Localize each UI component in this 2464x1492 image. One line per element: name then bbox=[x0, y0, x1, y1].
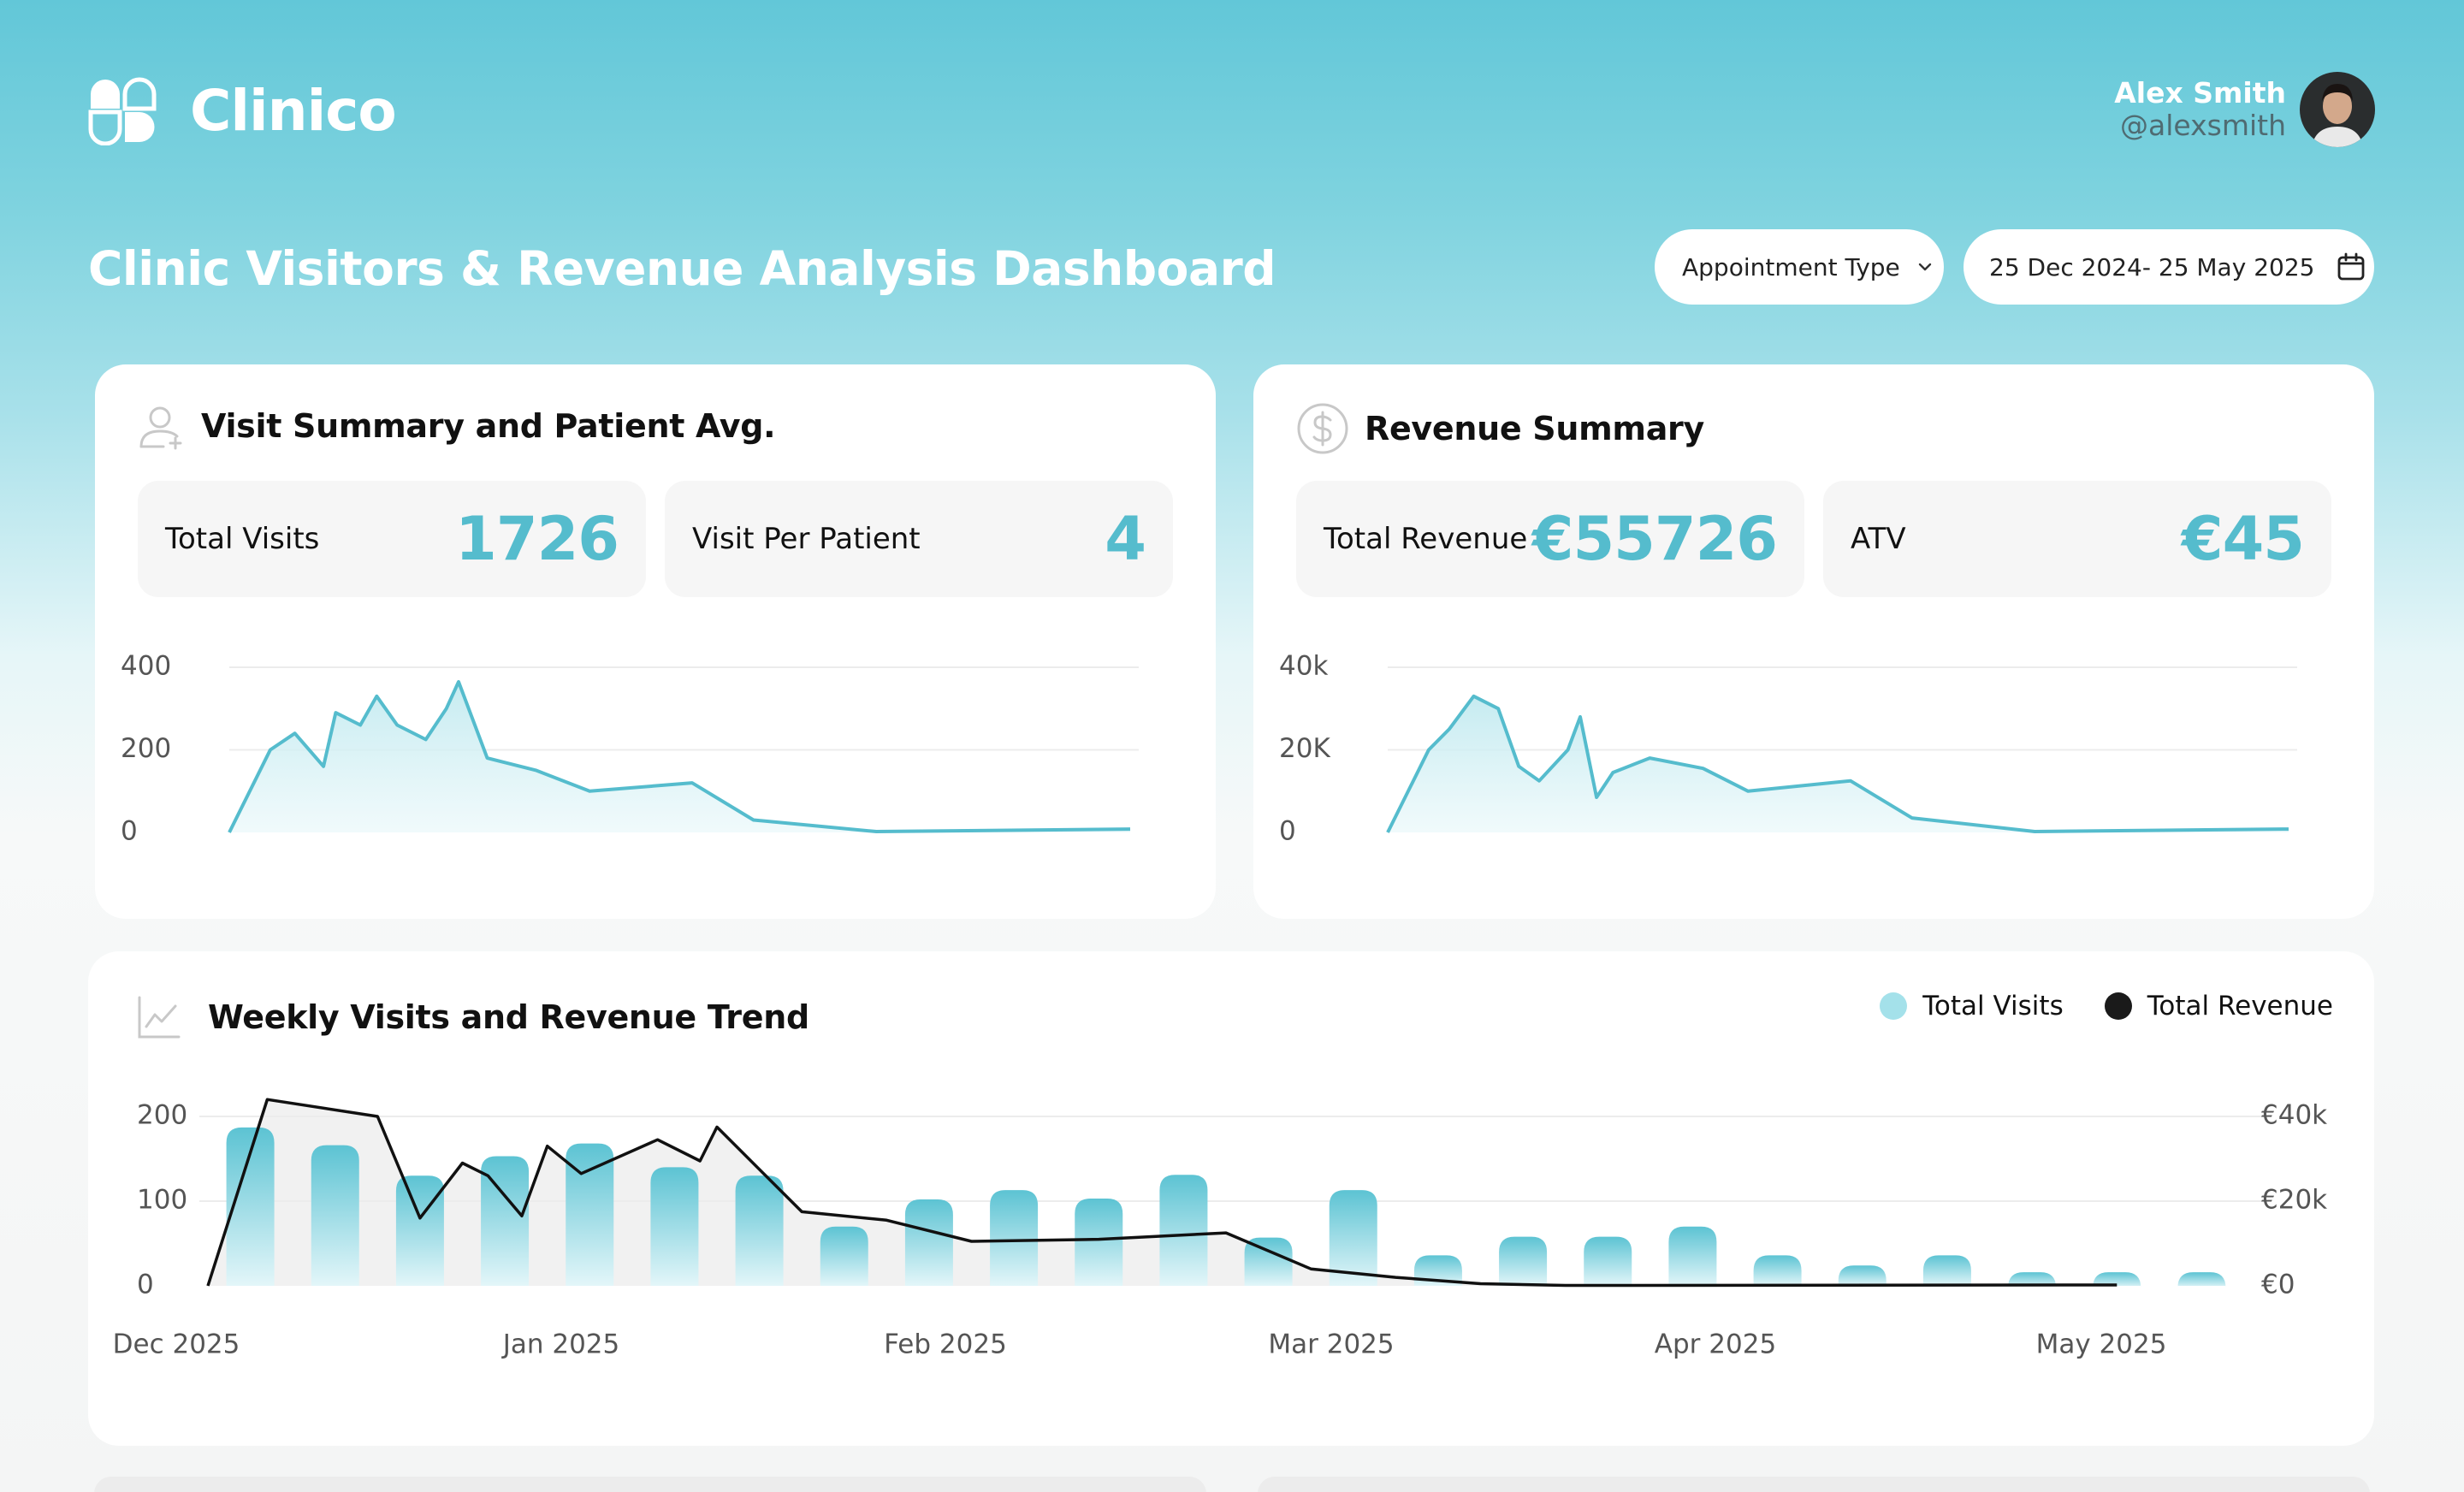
visits-bar bbox=[2177, 1272, 2226, 1288]
y-tick-label: 20K bbox=[1279, 733, 1330, 764]
kpi-atv: ATV €45 bbox=[1823, 481, 2331, 597]
legend-label: Total Visits bbox=[1922, 991, 2064, 1021]
y-tick-label-right: €0 bbox=[2261, 1270, 2295, 1300]
y-tick-label-right: €40k bbox=[2261, 1100, 2327, 1131]
y-tick-label-right: €20k bbox=[2261, 1185, 2327, 1216]
series-area bbox=[1388, 696, 2289, 832]
series-area bbox=[229, 681, 1130, 832]
visits-bar bbox=[1668, 1226, 1717, 1286]
avatar[interactable] bbox=[2300, 72, 2375, 147]
legend-item-total-visits[interactable]: Total Visits bbox=[1880, 991, 2064, 1021]
next-card-edge bbox=[94, 1477, 1206, 1492]
visits-bar bbox=[566, 1143, 614, 1286]
visits-bar bbox=[990, 1190, 1039, 1286]
chart-legend: Total Visits Total Revenue bbox=[1880, 991, 2333, 1021]
y-tick-label: 40k bbox=[1279, 651, 1328, 682]
visit-summary-title: Visit Summary and Patient Avg. bbox=[201, 407, 776, 445]
kpi-value: €55726 bbox=[1531, 504, 1778, 574]
kpi-label: ATV bbox=[1851, 522, 1906, 556]
y-tick-label-left: 200 bbox=[137, 1100, 187, 1131]
kpi-total-revenue: Total Revenue €55726 bbox=[1296, 481, 1804, 597]
weekly-trend-card: Weekly Visits and Revenue Trend Total Vi… bbox=[88, 951, 2374, 1446]
next-card-edge bbox=[1258, 1477, 2370, 1492]
user-profile[interactable]: Alex Smith @alexsmith bbox=[2114, 72, 2375, 147]
visits-area-chart: 0 200 400 bbox=[121, 651, 1139, 847]
avatar-photo-icon bbox=[2300, 72, 2375, 147]
revenue-summary-card: Revenue Summary Total Revenue €55726 ATV… bbox=[1253, 364, 2374, 919]
user-name: Alex Smith bbox=[2114, 76, 2286, 110]
y-tick-label: 400 bbox=[121, 651, 171, 682]
visits-bar bbox=[735, 1175, 784, 1286]
calendar-icon bbox=[2338, 252, 2365, 281]
appointment-type-dropdown[interactable]: Appointment Type bbox=[1655, 229, 1944, 305]
page-title: Clinic Visitors & Revenue Analysis Dashb… bbox=[88, 241, 1276, 296]
visits-bar bbox=[820, 1226, 868, 1286]
x-tick-label: Dec 2025 bbox=[113, 1329, 240, 1360]
x-tick-label: Feb 2025 bbox=[884, 1329, 1007, 1360]
kpi-value: €45 bbox=[2181, 504, 2305, 574]
y-tick-label: 200 bbox=[121, 733, 171, 764]
date-range-text: 25 Dec 2024- 25 May 2025 bbox=[1989, 252, 2315, 281]
weekly-trend-title: Weekly Visits and Revenue Trend bbox=[208, 998, 809, 1036]
x-tick-label: May 2025 bbox=[2036, 1329, 2167, 1360]
weekly-trend-chart: 0 100 200 €0 €20k €40k Dec 2025 Jan 2025 Feb 202… bbox=[113, 1098, 2327, 1360]
visits-bar bbox=[1075, 1199, 1123, 1286]
kpi-total-visits: Total Visits 1726 bbox=[138, 481, 646, 597]
y-tick-label: 0 bbox=[1279, 816, 1296, 847]
dashboard-app: Clinico Alex Smith @alexsmith Clinic Vis… bbox=[0, 0, 2464, 1492]
kpi-label: Visit Per Patient bbox=[692, 522, 921, 556]
legend-swatch-revenue bbox=[2104, 992, 2132, 1020]
visits-bar bbox=[650, 1167, 699, 1286]
y-tick-label: 0 bbox=[121, 816, 138, 847]
visits-bar bbox=[1159, 1175, 1208, 1286]
visits-bar bbox=[1922, 1255, 1971, 1286]
user-handle: @alexsmith bbox=[2119, 109, 2286, 142]
patient-add-icon bbox=[139, 406, 182, 450]
y-tick-label-left: 0 bbox=[137, 1270, 154, 1300]
revenue-area-chart: 0 20K 40k bbox=[1279, 651, 2297, 847]
brand-logo[interactable]: Clinico bbox=[87, 75, 397, 145]
y-tick-label-left: 100 bbox=[137, 1185, 187, 1216]
visits-bar bbox=[395, 1175, 444, 1286]
x-tick-label: Apr 2025 bbox=[1655, 1329, 1776, 1360]
visit-summary-card: Visit Summary and Patient Avg. Total Vis… bbox=[95, 364, 1216, 919]
dollar-coin-icon bbox=[1297, 403, 1348, 454]
appointment-type-label: Appointment Type bbox=[1682, 252, 1900, 281]
x-tick-label: Mar 2025 bbox=[1268, 1329, 1394, 1360]
visits-bar bbox=[1499, 1236, 1548, 1286]
clinico-logo-icon bbox=[88, 77, 157, 145]
legend-item-total-revenue[interactable]: Total Revenue bbox=[2104, 991, 2333, 1021]
revenue-summary-title: Revenue Summary bbox=[1365, 410, 1704, 447]
visits-bar bbox=[1753, 1255, 1802, 1286]
visits-bar bbox=[311, 1145, 359, 1286]
kpi-label: Total Visits bbox=[165, 522, 320, 556]
line-chart-icon bbox=[138, 996, 181, 1039]
kpi-label: Total Revenue bbox=[1324, 522, 1528, 556]
brand-name: Clinico bbox=[190, 77, 397, 144]
visits-bar bbox=[1584, 1236, 1632, 1286]
visits-bar bbox=[904, 1199, 953, 1286]
kpi-value: 1726 bbox=[455, 504, 619, 574]
legend-swatch-visits bbox=[1880, 992, 1908, 1020]
visits-bar bbox=[1838, 1265, 1886, 1286]
chevron-down-icon bbox=[1918, 263, 1931, 271]
kpi-value: 4 bbox=[1105, 504, 1146, 574]
legend-label: Total Revenue bbox=[2147, 991, 2333, 1021]
x-tick-label: Jan 2025 bbox=[501, 1329, 620, 1360]
date-range-picker[interactable]: 25 Dec 2024- 25 May 2025 bbox=[1964, 229, 2374, 305]
kpi-visit-per-patient: Visit Per Patient 4 bbox=[665, 481, 1173, 597]
